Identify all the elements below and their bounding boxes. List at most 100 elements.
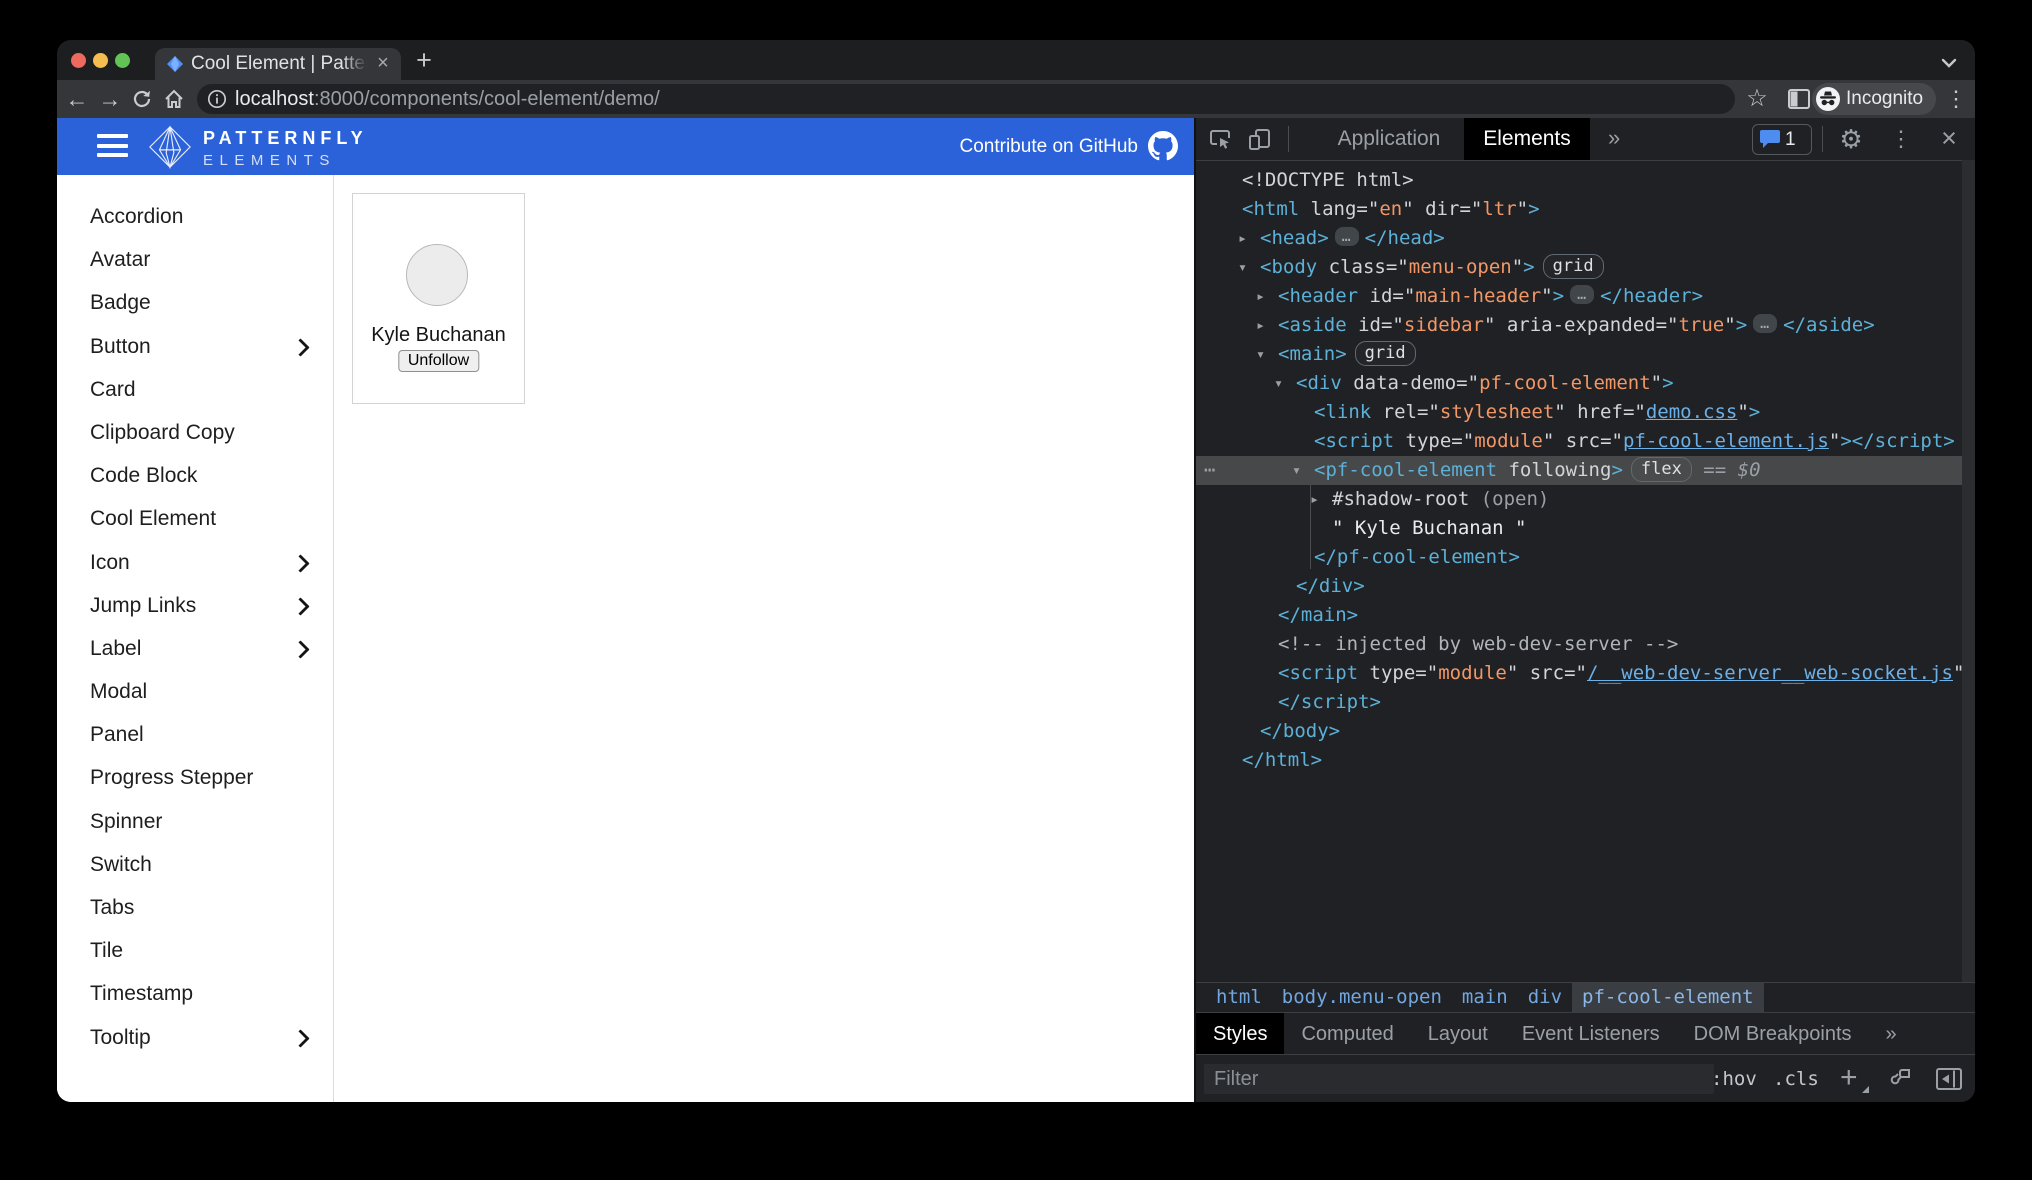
layout-badge[interactable]: grid [1355, 341, 1416, 366]
url-text[interactable]: localhost:8000/components/cool-element/d… [235, 84, 660, 114]
address-bar[interactable]: localhost:8000/components/cool-element/d… [197, 84, 1735, 114]
hamburger-menu-icon[interactable] [97, 134, 128, 159]
expand-arrow-icon[interactable]: ▸ [1238, 224, 1247, 253]
sidebar-item-panel[interactable]: Panel [57, 713, 333, 756]
sidebar-item-code-block[interactable]: Code Block [57, 454, 333, 497]
collapse-arrow-icon[interactable]: ▾ [1274, 369, 1283, 398]
dom-tree-line[interactable]: </pf-cool-element> [1196, 543, 1975, 572]
sidebar-item-accordion[interactable]: Accordion [57, 195, 333, 238]
chevron-right-icon[interactable] [291, 554, 309, 572]
inline-expand-icon[interactable]: … [1753, 314, 1777, 333]
new-tab-button[interactable]: + [409, 46, 439, 76]
sidebar-item-timestamp[interactable]: Timestamp [57, 972, 333, 1015]
sidebar-item-tile[interactable]: Tile [57, 929, 333, 972]
sidebar-item-label[interactable]: Label [57, 627, 333, 670]
node-more-actions-icon[interactable]: ⋯ [1204, 456, 1216, 485]
dom-tree-line[interactable]: </div> [1196, 572, 1975, 601]
dom-tree-line[interactable]: ▾<main>grid [1196, 340, 1975, 369]
reload-icon[interactable] [127, 84, 157, 114]
devtools-tab-application[interactable]: Application [1314, 118, 1464, 160]
dom-tree-line[interactable]: <script type="module" src="pf-cool-eleme… [1196, 427, 1975, 456]
forward-icon[interactable]: → [95, 84, 125, 114]
tab-close-icon[interactable]: × [371, 52, 395, 76]
styles-pane-tab-layout[interactable]: Layout [1411, 1013, 1505, 1055]
toggle-hover-state[interactable]: :hov [1711, 1055, 1757, 1102]
inspect-element-icon[interactable] [1208, 127, 1232, 156]
dom-tree-line[interactable]: </main> [1196, 601, 1975, 630]
styles-pane-tab-event-listeners[interactable]: Event Listeners [1505, 1013, 1677, 1055]
console-messages-badge[interactable]: 1 [1752, 124, 1812, 155]
dom-tree-line[interactable]: ▸#shadow-root (open) [1196, 485, 1975, 514]
sidebar-item-tabs[interactable]: Tabs [57, 886, 333, 929]
dom-tree-line[interactable]: ▸<header id="main-header">…</header> [1196, 282, 1975, 311]
sidebar-item-button[interactable]: Button [57, 325, 333, 368]
collapse-arrow-icon[interactable]: ▾ [1256, 340, 1265, 369]
chevron-right-icon[interactable] [291, 597, 309, 615]
dom-tree-line[interactable]: </html> [1196, 746, 1975, 775]
expand-arrow-icon[interactable]: ▸ [1310, 485, 1319, 514]
inline-expand-icon[interactable]: … [1570, 285, 1594, 304]
sidebar-item-spinner[interactable]: Spinner [57, 800, 333, 843]
dom-tree-line[interactable]: <link rel="stylesheet" href="demo.css"> [1196, 398, 1975, 427]
toggle-element-classes[interactable]: .cls [1773, 1055, 1819, 1102]
styles-pane-tab-computed[interactable]: Computed [1284, 1013, 1410, 1055]
sidebar-item-switch[interactable]: Switch [57, 843, 333, 886]
dom-tree-line[interactable]: ▸<aside id="sidebar" aria-expanded="true… [1196, 311, 1975, 340]
dom-tree-line[interactable]: </script> [1196, 688, 1975, 717]
chevron-right-icon[interactable] [291, 1029, 309, 1047]
browser-tab[interactable]: Cool Element | PatternFly Eleme × [155, 48, 401, 80]
contribute-link[interactable]: Contribute on GitHub [960, 118, 1139, 175]
sidebar-item-badge[interactable]: Badge [57, 281, 333, 324]
sidebar-item-icon[interactable]: Icon [57, 541, 333, 584]
devtools-tab-elements[interactable]: Elements [1464, 118, 1590, 160]
devtools-settings-gear-icon[interactable]: ⚙ [1834, 118, 1868, 160]
dom-tree-line[interactable]: <!DOCTYPE html> [1196, 166, 1975, 195]
layout-badge[interactable]: flex [1631, 457, 1692, 482]
expand-arrow-icon[interactable]: ▸ [1256, 282, 1265, 311]
devtools-close-icon[interactable]: × [1932, 118, 1966, 160]
expand-arrow-icon[interactable]: ▸ [1256, 311, 1265, 340]
breadcrumb-item-main[interactable]: main [1452, 983, 1518, 1012]
dom-tree-line[interactable]: <script type="module" src="/__web-dev-se… [1196, 659, 1975, 688]
inline-expand-icon[interactable]: … [1335, 227, 1359, 246]
dom-tree-line[interactable]: ▸<head>…</head> [1196, 224, 1975, 253]
styles-pane-tab-styles[interactable]: Styles [1196, 1013, 1284, 1055]
chevron-right-icon[interactable] [291, 338, 309, 356]
incognito-badge[interactable]: Incognito (2) [1812, 83, 1936, 115]
dom-tree-line[interactable]: ▾<body class="menu-open">grid [1196, 253, 1975, 282]
unfollow-button[interactable]: Unfollow [398, 350, 479, 372]
collapse-arrow-icon[interactable]: ▾ [1238, 253, 1247, 282]
chevron-right-icon[interactable] [291, 640, 309, 658]
dom-tree-line[interactable]: ▾<div data-demo="pf-cool-element"> [1196, 369, 1975, 398]
site-info-icon[interactable] [207, 89, 227, 114]
sidebar-item-card[interactable]: Card [57, 368, 333, 411]
dock-side-icon[interactable] [1936, 1068, 1962, 1095]
breadcrumb-item-pf-cool-element[interactable]: pf-cool-element [1572, 983, 1764, 1012]
sidebar-item-tooltip[interactable]: Tooltip [57, 1016, 333, 1059]
styles-filter-input[interactable] [1204, 1064, 1714, 1094]
dom-tree-line[interactable]: <!-- injected by web-dev-server --> [1196, 630, 1975, 659]
window-zoom-button[interactable] [115, 53, 130, 68]
sidebar-item-cool-element[interactable]: Cool Element [57, 497, 333, 540]
rendering-brush-icon[interactable] [1888, 1067, 1912, 1096]
styles-pane-tab-dom-breakpoints[interactable]: DOM Breakpoints [1677, 1013, 1869, 1055]
new-style-rule-icon[interactable]: + [1840, 1055, 1858, 1102]
layout-badge[interactable]: grid [1543, 254, 1604, 279]
window-close-button[interactable] [71, 53, 86, 68]
side-panel-icon[interactable] [1788, 89, 1810, 114]
site-logo-text[interactable]: PATTERNFLY ELEMENTS [203, 128, 368, 169]
styles-pane-tab--[interactable]: » [1869, 1013, 1914, 1055]
dom-tree-line[interactable]: " Kyle Buchanan " [1196, 514, 1975, 543]
bookmark-star-icon[interactable]: ☆ [1744, 84, 1770, 114]
sidebar-item-modal[interactable]: Modal [57, 670, 333, 713]
breadcrumb-item-html[interactable]: html [1206, 983, 1272, 1012]
sidebar-item-clipboard-copy[interactable]: Clipboard Copy [57, 411, 333, 454]
window-minimize-button[interactable] [93, 53, 108, 68]
dom-tree-line[interactable]: </body> [1196, 717, 1975, 746]
device-toolbar-icon[interactable] [1248, 127, 1272, 156]
dom-tree-line[interactable]: ⋯▾<pf-cool-element following>flex == $0 [1196, 456, 1975, 485]
back-icon[interactable]: ← [62, 84, 92, 114]
breadcrumb-item-div[interactable]: div [1518, 983, 1572, 1012]
sidebar-item-jump-links[interactable]: Jump Links [57, 584, 333, 627]
more-tabs-icon[interactable]: » [1608, 118, 1620, 160]
